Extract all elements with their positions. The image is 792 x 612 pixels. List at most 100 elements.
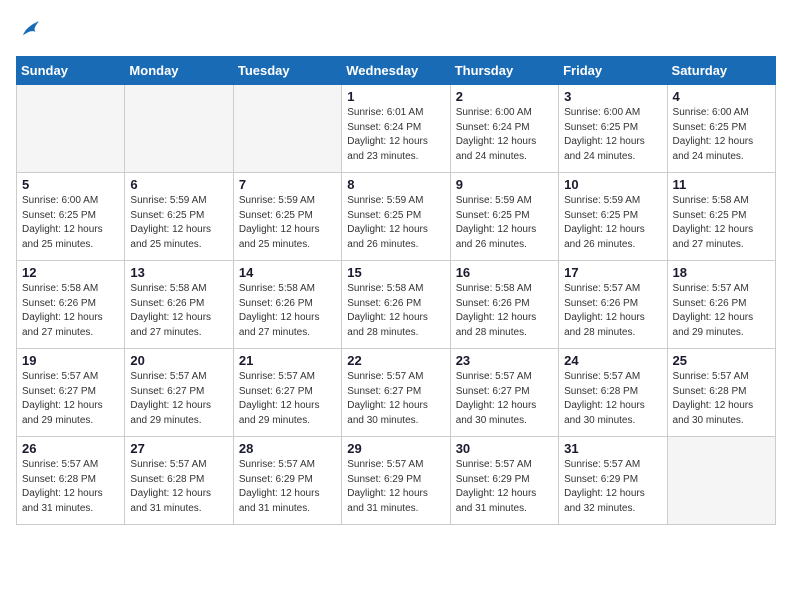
day-info: Sunrise: 5:57 AM Sunset: 6:29 PM Dayligh… — [347, 458, 444, 516]
day-number: 3 — [564, 89, 661, 104]
day-info: Sunrise: 5:58 AM Sunset: 6:26 PM Dayligh… — [239, 282, 336, 340]
day-info: Sunrise: 5:57 AM Sunset: 6:29 PM Dayligh… — [456, 458, 553, 516]
day-number: 23 — [456, 353, 553, 368]
calendar-day-cell: 7 Sunrise: 5:59 AM Sunset: 6:25 PM Daylig… — [233, 173, 341, 261]
calendar-day-cell: 13Sunrise: 5:58 AM Sunset: 6:26 PM Dayli… — [125, 261, 233, 349]
day-number: 28 — [239, 441, 336, 456]
calendar-day-cell: 28 Sunrise: 5:57 AM Sunset: 6:29 PM Dayli… — [233, 437, 341, 525]
day-number: 8 — [347, 177, 444, 192]
day-number: 20 — [130, 353, 227, 368]
calendar-day-cell: 26 Sunrise: 5:57 AM Sunset: 6:28 PM Dayli… — [17, 437, 125, 525]
calendar-day-cell: 14 Sunrise: 5:58 AM Sunset: 6:26 PM Dayli… — [233, 261, 341, 349]
calendar-table: SundayMondayTuesdayWednesdayThursdayFrid… — [16, 56, 776, 525]
day-number: 17 — [564, 265, 661, 280]
calendar-day-cell: 3 Sunrise: 6:00 AM Sunset: 6:25 PM Daylig… — [559, 85, 667, 173]
calendar-day-cell: 21 Sunrise: 5:57 AM Sunset: 6:27 PM Dayli… — [233, 349, 341, 437]
day-number: 18 — [673, 265, 770, 280]
calendar-day-cell: 4 Sunrise: 6:00 AM Sunset: 6:25 PM Daylig… — [667, 85, 775, 173]
day-info: Sunrise: 5:59 AM Sunset: 6:25 PM Dayligh… — [347, 194, 444, 252]
day-number: 29 — [347, 441, 444, 456]
calendar-week-row: 5 Sunrise: 6:00 AM Sunset: 6:25 PM Daylig… — [17, 173, 776, 261]
day-info: Sunrise: 5:58 AM Sunset: 6:26 PM Dayligh… — [130, 282, 227, 340]
day-number: 10 — [564, 177, 661, 192]
page-header — [16, 16, 776, 44]
day-info: Sunrise: 5:57 AM Sunset: 6:28 PM Dayligh… — [22, 458, 119, 516]
day-info: Sunrise: 5:59 AM Sunset: 6:25 PM Dayligh… — [456, 194, 553, 252]
calendar-day-cell: 1 Sunrise: 6:01 AM Sunset: 6:24 PM Daylig… — [342, 85, 450, 173]
calendar-week-row: 19 Sunrise: 5:57 AM Sunset: 6:27 PM Dayli… — [17, 349, 776, 437]
day-info: Sunrise: 5:57 AM Sunset: 6:28 PM Dayligh… — [673, 370, 770, 428]
weekday-header-cell: Monday — [125, 57, 233, 85]
day-info: Sunrise: 6:00 AM Sunset: 6:25 PM Dayligh… — [564, 106, 661, 164]
calendar-day-cell: 31 Sunrise: 5:57 AM Sunset: 6:29 PM Dayli… — [559, 437, 667, 525]
day-number: 27 — [130, 441, 227, 456]
day-info: Sunrise: 5:58 AM Sunset: 6:26 PM Dayligh… — [456, 282, 553, 340]
calendar-day-cell: 19Sunrise: 5:57 AM Sunset: 6:27 PM Dayli… — [17, 349, 125, 437]
calendar-day-cell: 27 Sunrise: 5:57 AM Sunset: 6:28 PM Dayli… — [125, 437, 233, 525]
calendar-week-row: 12 Sunrise: 5:58 AM Sunset: 6:26 PM Dayli… — [17, 261, 776, 349]
day-number: 16 — [456, 265, 553, 280]
calendar-day-cell: 20Sunrise: 5:57 AM Sunset: 6:27 PM Dayli… — [125, 349, 233, 437]
weekday-header-row: SundayMondayTuesdayWednesdayThursdayFrid… — [17, 57, 776, 85]
day-info: Sunrise: 5:59 AM Sunset: 6:25 PM Dayligh… — [564, 194, 661, 252]
day-info: Sunrise: 6:00 AM Sunset: 6:24 PM Dayligh… — [456, 106, 553, 164]
logo — [16, 16, 48, 44]
day-info: Sunrise: 5:57 AM Sunset: 6:27 PM Dayligh… — [239, 370, 336, 428]
weekday-header-cell: Tuesday — [233, 57, 341, 85]
day-info: Sunrise: 5:57 AM Sunset: 6:29 PM Dayligh… — [239, 458, 336, 516]
day-number: 1 — [347, 89, 444, 104]
day-number: 7 — [239, 177, 336, 192]
calendar-day-cell: 17 Sunrise: 5:57 AM Sunset: 6:26 PM Dayli… — [559, 261, 667, 349]
day-number: 11 — [673, 177, 770, 192]
calendar-day-cell: 5 Sunrise: 6:00 AM Sunset: 6:25 PM Daylig… — [17, 173, 125, 261]
calendar-day-cell: 25 Sunrise: 5:57 AM Sunset: 6:28 PM Dayli… — [667, 349, 775, 437]
calendar-day-cell: 22Sunrise: 5:57 AM Sunset: 6:27 PM Dayli… — [342, 349, 450, 437]
day-info: Sunrise: 5:57 AM Sunset: 6:28 PM Dayligh… — [564, 370, 661, 428]
day-info: Sunrise: 5:58 AM Sunset: 6:26 PM Dayligh… — [347, 282, 444, 340]
calendar-day-cell — [17, 85, 125, 173]
day-number: 4 — [673, 89, 770, 104]
calendar-week-row: 1 Sunrise: 6:01 AM Sunset: 6:24 PM Daylig… — [17, 85, 776, 173]
calendar-day-cell: 18 Sunrise: 5:57 AM Sunset: 6:26 PM Dayli… — [667, 261, 775, 349]
day-info: Sunrise: 5:58 AM Sunset: 6:25 PM Dayligh… — [673, 194, 770, 252]
day-number: 24 — [564, 353, 661, 368]
calendar-day-cell: 11 Sunrise: 5:58 AM Sunset: 6:25 PM Dayli… — [667, 173, 775, 261]
day-info: Sunrise: 6:00 AM Sunset: 6:25 PM Dayligh… — [22, 194, 119, 252]
weekday-header-cell: Friday — [559, 57, 667, 85]
calendar-day-cell: 24 Sunrise: 5:57 AM Sunset: 6:28 PM Dayli… — [559, 349, 667, 437]
calendar-day-cell: 30 Sunrise: 5:57 AM Sunset: 6:29 PM Dayli… — [450, 437, 558, 525]
logo-icon — [16, 16, 44, 44]
calendar-day-cell: 6Sunrise: 5:59 AM Sunset: 6:25 PM Daylig… — [125, 173, 233, 261]
calendar-day-cell: 15 Sunrise: 5:58 AM Sunset: 6:26 PM Dayli… — [342, 261, 450, 349]
day-number: 12 — [22, 265, 119, 280]
day-info: Sunrise: 6:00 AM Sunset: 6:25 PM Dayligh… — [673, 106, 770, 164]
day-number: 6 — [130, 177, 227, 192]
day-number: 30 — [456, 441, 553, 456]
day-info: Sunrise: 6:01 AM Sunset: 6:24 PM Dayligh… — [347, 106, 444, 164]
weekday-header-cell: Sunday — [17, 57, 125, 85]
day-number: 15 — [347, 265, 444, 280]
calendar-day-cell — [233, 85, 341, 173]
day-info: Sunrise: 5:57 AM Sunset: 6:29 PM Dayligh… — [564, 458, 661, 516]
calendar-day-cell: 8 Sunrise: 5:59 AM Sunset: 6:25 PM Daylig… — [342, 173, 450, 261]
day-number: 5 — [22, 177, 119, 192]
calendar-day-cell: 2 Sunrise: 6:00 AM Sunset: 6:24 PM Daylig… — [450, 85, 558, 173]
day-info: Sunrise: 5:57 AM Sunset: 6:28 PM Dayligh… — [130, 458, 227, 516]
day-number: 31 — [564, 441, 661, 456]
day-info: Sunrise: 5:57 AM Sunset: 6:27 PM Dayligh… — [456, 370, 553, 428]
day-number: 9 — [456, 177, 553, 192]
calendar-day-cell: 10 Sunrise: 5:59 AM Sunset: 6:25 PM Dayli… — [559, 173, 667, 261]
calendar-day-cell: 9 Sunrise: 5:59 AM Sunset: 6:25 PM Daylig… — [450, 173, 558, 261]
day-info: Sunrise: 5:57 AM Sunset: 6:26 PM Dayligh… — [564, 282, 661, 340]
day-number: 19 — [22, 353, 119, 368]
day-number: 26 — [22, 441, 119, 456]
day-info: Sunrise: 5:57 AM Sunset: 6:26 PM Dayligh… — [673, 282, 770, 340]
calendar-day-cell: 16 Sunrise: 5:58 AM Sunset: 6:26 PM Dayli… — [450, 261, 558, 349]
day-info: Sunrise: 5:59 AM Sunset: 6:25 PM Dayligh… — [239, 194, 336, 252]
day-number: 2 — [456, 89, 553, 104]
day-number: 21 — [239, 353, 336, 368]
day-number: 14 — [239, 265, 336, 280]
day-info: Sunrise: 5:57 AM Sunset: 6:27 PM Dayligh… — [347, 370, 444, 428]
weekday-header-cell: Saturday — [667, 57, 775, 85]
day-number: 25 — [673, 353, 770, 368]
